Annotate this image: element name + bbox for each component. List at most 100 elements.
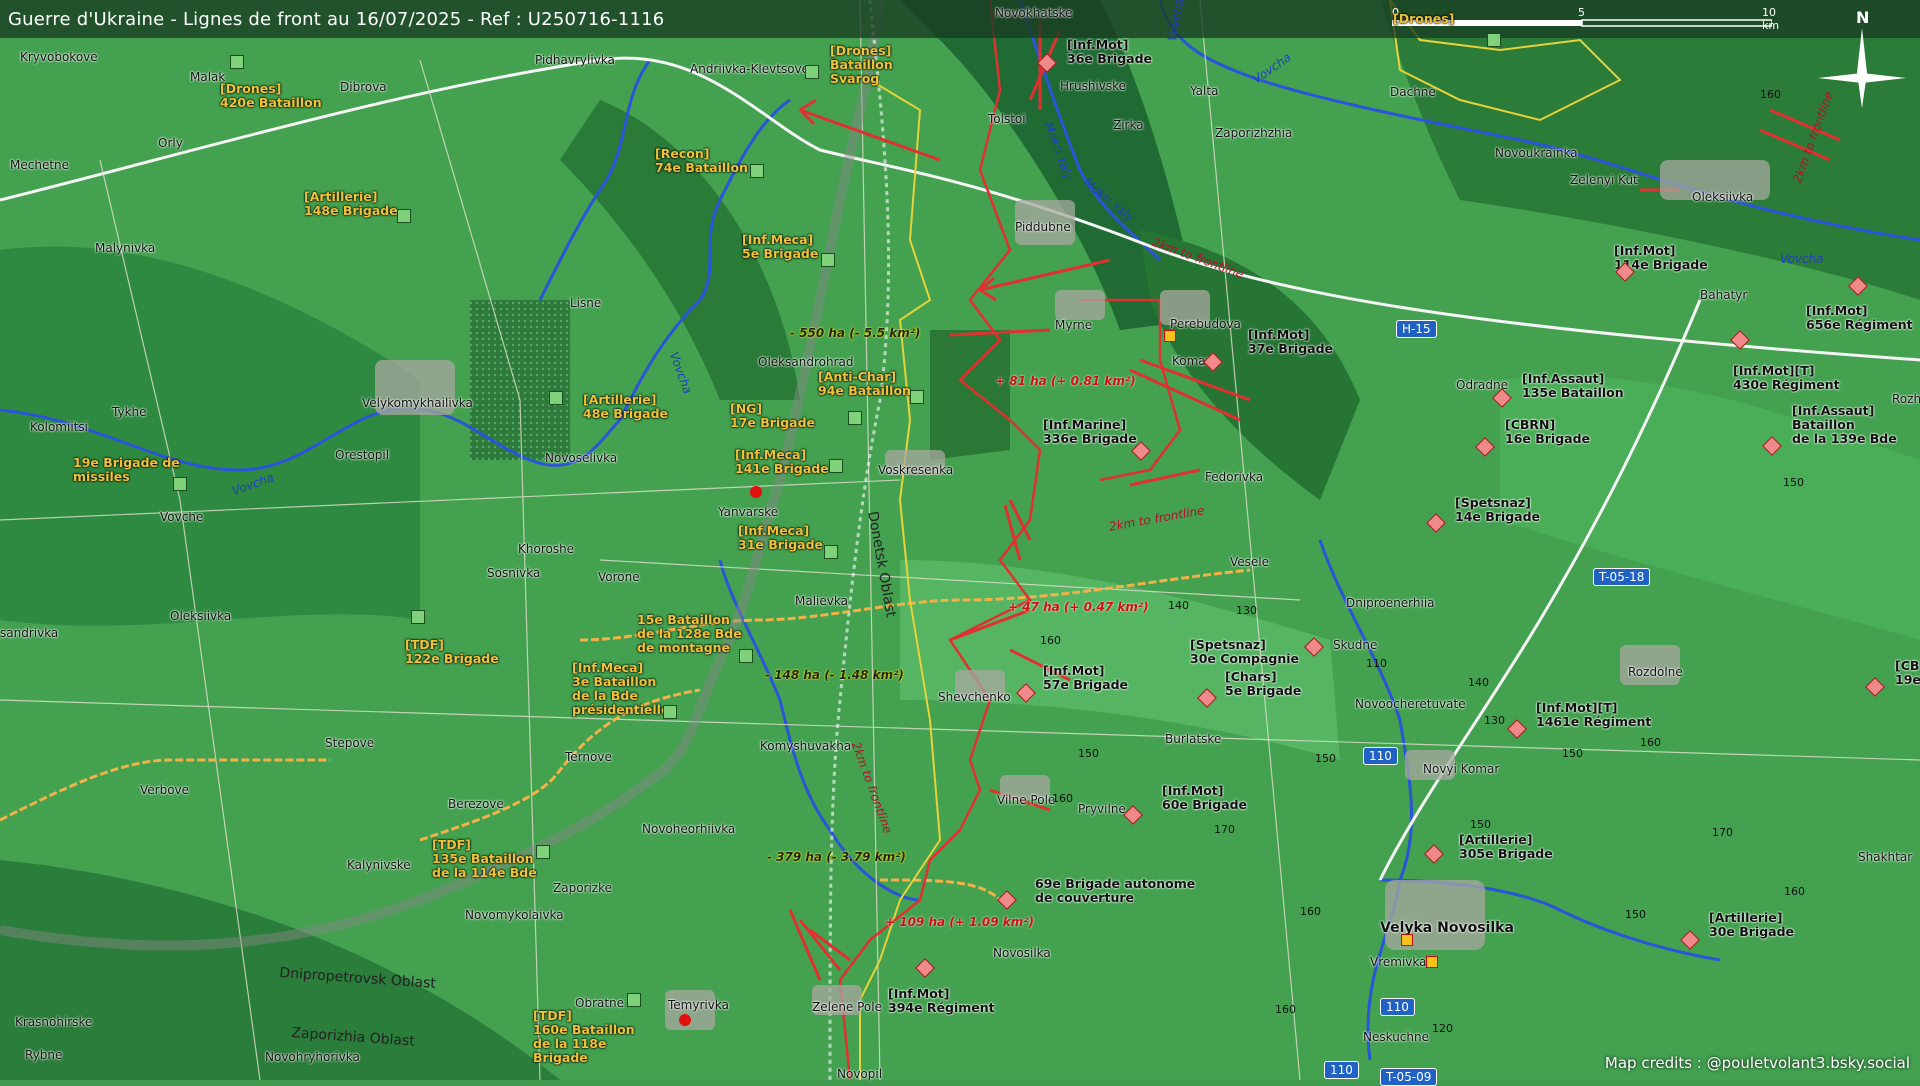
ru-unit-label: [Inf.Mot] 60e Brigade [1162,784,1247,812]
elevation-label: 130 [1236,604,1257,617]
green-square-unit-icon[interactable] [821,253,835,267]
place-label: Khoroshe [518,542,574,556]
green-square-unit-icon[interactable] [397,209,411,223]
ru-unit-label: [CBRN] 16e Brigade [1505,418,1590,446]
green-square-unit-icon[interactable] [173,477,187,491]
place-label: Lisne [570,296,601,310]
place-label: Bahatyr [1700,288,1747,302]
green-square-unit-icon[interactable] [536,845,550,859]
place-label: Verbove [140,783,189,797]
place-label: Vesele [1230,555,1269,569]
ua-unit-label: [Drones] Bataillon Svarog [830,44,893,86]
elevation-label: 150 [1625,908,1646,921]
place-label: Zirka [1113,118,1144,132]
place-label: Novyi Komar [1423,762,1499,776]
elevation-label: 160 [1275,1003,1296,1016]
place-label: Oleksiivka [170,609,231,623]
place-label: Vremivka [1370,955,1426,969]
road-shield: 110 [1324,1061,1359,1079]
elevation-label: 140 [1468,676,1489,689]
place-label: Fedorivka [1205,470,1263,484]
place-label: Rozdolne [1628,665,1683,679]
green-square-unit-icon[interactable] [750,164,764,178]
place-label: Hrushivske [1060,79,1126,93]
river-label: Vovcha [1780,252,1824,266]
elevation-label: 170 [1214,823,1235,836]
place-label: Dachne [1390,85,1436,99]
ru-unit-label: [Chars] 5e Brigade [1225,670,1301,698]
territorial-change-label: + 109 ha (+ 1.09 km²) [885,915,1034,929]
territorial-change-label: - 148 ha (- 1.48 km²) [765,668,904,682]
strike-point-icon [750,486,762,498]
road-shield: T-05-09 [1380,1068,1437,1086]
green-square-unit-icon[interactable] [805,65,819,79]
place-label: Rybne [25,1048,62,1062]
elevation-label: 150 [1315,752,1336,765]
ua-unit-label: [Drones] [1393,12,1454,26]
green-square-unit-icon[interactable] [824,545,838,559]
scale-label-5: 5 [1578,6,1585,19]
green-square-unit-icon[interactable] [549,391,563,405]
green-square-unit-icon[interactable] [627,993,641,1007]
place-label: Velykomykhailivka [362,396,473,410]
territorial-change-label: - 550 ha (- 5.5 km²) [790,326,921,340]
place-label: Kryvobokove [20,50,98,64]
place-label: Novoselivka [545,451,617,465]
ru-unit-label: [Inf.Assaut] Bataillon de la 139e Bde [1792,404,1897,446]
elevation-label: 170 [1712,826,1733,839]
place-label: Yanvarske [718,505,778,519]
place-label: Ternove [565,750,612,764]
ru-unit-label: [CB 19e [1895,659,1920,687]
green-square-unit-icon[interactable] [411,610,425,624]
road-shield: H-15 [1396,320,1437,338]
elevation-label: 110 [1366,657,1387,670]
green-square-unit-icon[interactable] [1487,33,1501,47]
elevation-label: 160 [1760,88,1781,101]
elevation-label: 160 [1300,905,1321,918]
place-label: Zaporizke [553,881,612,895]
ua-unit-label: 19e Brigade de missiles [73,456,180,484]
place-label: Oleksiivka [1692,190,1753,204]
place-label: Burlatske [1165,732,1221,746]
place-label: Sosnivka [487,566,540,580]
ua-unit-label: [Drones] 420e Bataillon [220,82,322,110]
green-square-unit-icon[interactable] [829,459,843,473]
road-shield: 110 [1380,998,1415,1016]
place-label: Novomykolaivka [465,908,564,922]
green-square-unit-icon[interactable] [739,649,753,663]
territorial-change-label: + 47 ha (+ 0.47 km²) [1008,600,1149,614]
ru-unit-label: 69e Brigade autonome de couverture [1035,877,1195,905]
place-label: Pryvilne [1078,802,1126,816]
map-title: Guerre d'Ukraine - Lignes de front au 16… [8,9,664,30]
ru-unit-label: [Inf.Marine] 336e Brigade [1043,418,1137,446]
place-label: Perebudova [1170,317,1241,331]
ru-unit-label: [Spetsnaz] 14e Brigade [1455,496,1540,524]
ua-unit-label: [Inf.Meca] 3e Bataillon de la Bde présid… [572,661,669,717]
place-label: Kolomiitsi [30,420,88,434]
scale-label-10: 10 km [1762,6,1779,32]
place-label: Vorone [598,570,640,584]
green-square-unit-icon[interactable] [848,411,862,425]
place-label: Kalynivske [347,858,411,872]
elevation-label: 130 [1484,714,1505,727]
ru-unit-label: [Inf.Mot] 57e Brigade [1043,664,1128,692]
place-label: Temyrivka [668,998,729,1012]
place-label: Zelene Pole [812,1000,882,1014]
place-label: sandrivka [0,626,58,640]
place-label: Neskuchne [1363,1030,1429,1044]
place-label: Myrne [1055,318,1092,332]
place-label: Malievka [795,594,848,608]
place-label: Komyshuvakha [760,739,851,753]
green-square-unit-icon[interactable] [663,705,677,719]
place-label: Orestopil [335,448,389,462]
place-label: Novoocheretuvate [1355,697,1466,711]
green-square-unit-icon[interactable] [910,390,924,404]
elevation-label: 120 [1432,1022,1453,1035]
elevation-label: 160 [1784,885,1805,898]
place-label: Tykhe [112,405,147,419]
road-shield: T-05-18 [1593,568,1650,586]
place-label: Zelenyi Kut [1570,173,1638,187]
territorial-change-label: + 81 ha (+ 0.81 km²) [995,374,1136,388]
elevation-label: 150 [1078,747,1099,760]
green-square-unit-icon[interactable] [230,55,244,69]
